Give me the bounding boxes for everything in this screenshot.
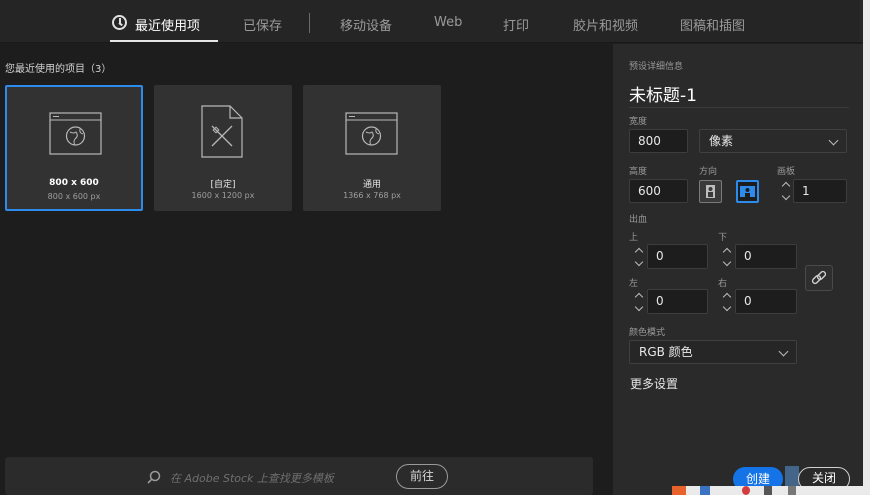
title-underline	[629, 107, 849, 108]
preset-card-general[interactable]: 通用 1366 x 768 px	[303, 85, 441, 211]
document-name[interactable]: 未标题-1	[629, 81, 697, 106]
height-field[interactable]: 600	[629, 179, 688, 203]
app-icon[interactable]	[764, 486, 772, 495]
tab-saved[interactable]: 已保存	[243, 15, 282, 34]
height-label: 高度	[629, 167, 648, 177]
portrait-icon	[706, 185, 715, 198]
unit-select[interactable]: 像素	[699, 129, 847, 153]
color-mode-value: RGB 颜色	[639, 345, 693, 359]
chevron-down-icon	[778, 346, 789, 357]
tab-web[interactable]: Web	[434, 15, 462, 30]
recent-area: 您最近使用的项目（3） 800 x 600 800 x 600 px [自定] …	[0, 44, 613, 495]
top-nav: 最近使用项 已保存 移动设备 Web 打印 胶片和视频 图稿和插图	[0, 0, 870, 43]
bleed-bottom-field[interactable]: 0	[735, 244, 797, 269]
link-icon	[811, 270, 827, 285]
bleed-left-field[interactable]: 0	[647, 289, 708, 314]
bleed-right-label: 右	[718, 279, 728, 289]
app-icon[interactable]	[742, 486, 750, 495]
preset-size: 800 x 600 px	[47, 192, 101, 201]
active-tab-underline	[110, 40, 218, 42]
bleed-left-stepper-icon[interactable]	[634, 291, 644, 313]
app-icon[interactable]	[672, 486, 686, 495]
tab-mobile[interactable]: 移动设备	[340, 15, 392, 34]
stock-search-placeholder[interactable]: 在 Adobe Stock 上查找更多模板	[170, 470, 334, 486]
preset-name: 800 x 600	[49, 178, 99, 188]
bleed-bottom-label: 下	[718, 233, 728, 243]
landscape-orientation-button[interactable]	[736, 180, 759, 203]
unit-value: 像素	[709, 134, 734, 148]
landscape-icon	[740, 186, 755, 197]
taskbar	[672, 486, 870, 495]
stock-search-bar[interactable]: 在 Adobe Stock 上查找更多模板 前往	[5, 457, 593, 495]
preset-size: 1600 x 1200 px	[191, 191, 255, 200]
bleed-top-field[interactable]: 0	[647, 244, 708, 269]
bleed-top-stepper-icon[interactable]	[634, 246, 644, 268]
artboard-stepper-icon[interactable]	[781, 180, 791, 202]
preset-size: 1366 x 768 px	[343, 191, 401, 200]
tab-film-video[interactable]: 胶片和视频	[573, 15, 638, 34]
tab-art-illustration[interactable]: 图稿和插图	[680, 15, 745, 34]
bleed-bottom-stepper-icon[interactable]	[722, 246, 732, 268]
search-icon	[147, 470, 161, 484]
web-icon	[49, 112, 102, 155]
orientation-label: 方向	[699, 167, 718, 177]
tab-recent[interactable]: 最近使用项	[135, 15, 200, 34]
preset-card-800x600[interactable]: 800 x 600 800 x 600 px	[5, 85, 143, 211]
more-settings-link[interactable]: 更多设置	[630, 375, 678, 392]
preset-details-panel: 预设详细信息 未标题-1 宽度 800 像素 高度 600 方向 画板 1 出血…	[613, 44, 863, 495]
clock-icon	[112, 15, 127, 30]
preset-name: 通用	[362, 180, 381, 190]
bleed-label: 出血	[629, 215, 648, 225]
preset-name: [自定]	[210, 180, 236, 190]
bleed-left-label: 左	[629, 279, 639, 289]
artboard-label: 画板	[777, 167, 796, 177]
tab-print[interactable]: 打印	[503, 15, 529, 34]
preset-card-custom[interactable]: [自定] 1600 x 1200 px	[154, 85, 292, 211]
window-edge	[863, 0, 870, 495]
bleed-right-field[interactable]: 0	[735, 289, 797, 314]
go-button[interactable]: 前往	[396, 464, 448, 489]
artboard-field[interactable]: 1	[793, 179, 847, 203]
app-icon[interactable]	[700, 486, 710, 495]
color-mode-select[interactable]: RGB 颜色	[629, 340, 797, 364]
color-mode-label: 颜色模式	[629, 328, 666, 338]
bleed-right-stepper-icon[interactable]	[722, 291, 732, 313]
app-icon[interactable]	[788, 486, 796, 495]
details-header: 预设详细信息	[629, 62, 684, 72]
link-bleed-button[interactable]	[805, 265, 833, 291]
portrait-orientation-button[interactable]	[699, 180, 722, 203]
width-field[interactable]: 800	[629, 129, 688, 153]
chevron-down-icon	[828, 135, 839, 146]
bleed-top-label: 上	[629, 233, 639, 243]
nav-divider	[309, 13, 310, 33]
recent-section-title: 您最近使用的项目（3）	[5, 64, 112, 75]
width-label: 宽度	[629, 117, 648, 127]
